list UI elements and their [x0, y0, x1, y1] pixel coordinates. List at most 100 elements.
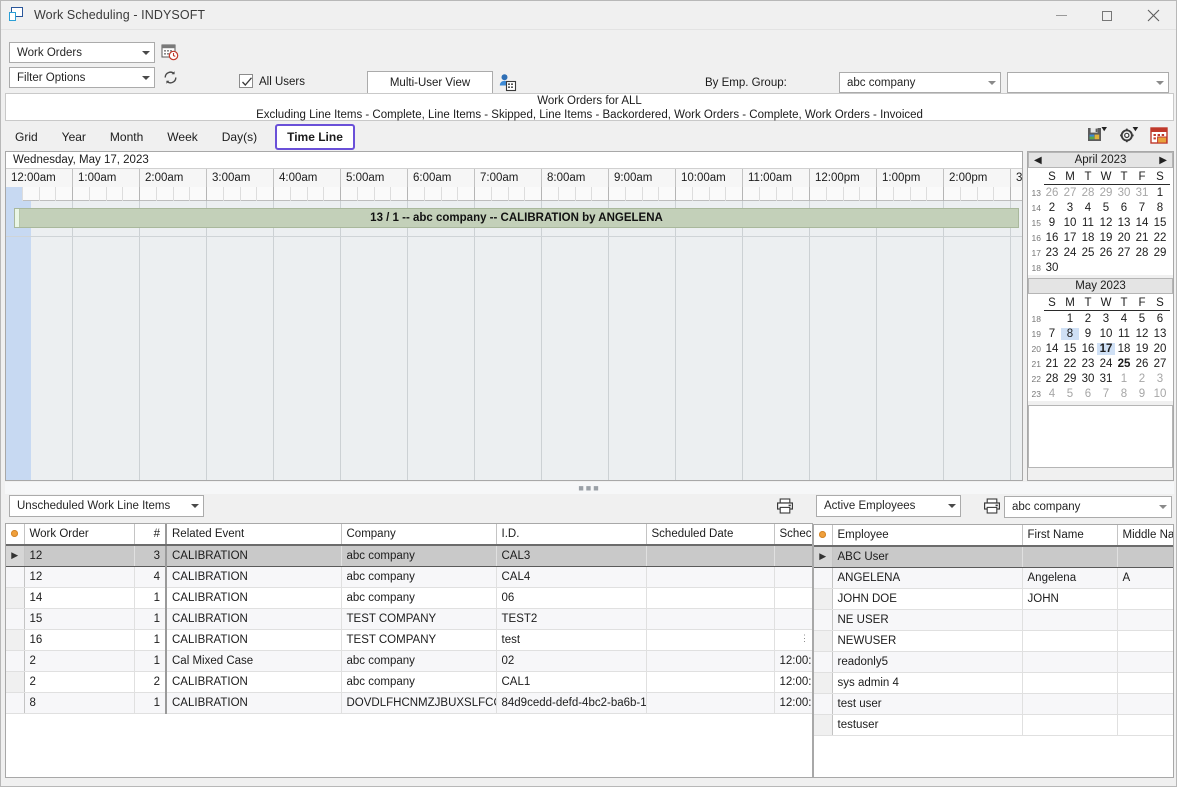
calendar-day[interactable]: 21 [1043, 358, 1061, 370]
calendar-day[interactable]: 20 [1115, 232, 1133, 244]
cell-scheduled-date[interactable] [646, 671, 774, 692]
cell-first-name[interactable] [1022, 693, 1117, 714]
timeline-quarter-52[interactable] [877, 187, 894, 201]
timeline-quarter-46[interactable] [777, 187, 794, 201]
table-row[interactable]: ▶123CALIBRATIONabc companyCAL3 [6, 545, 813, 566]
by-emp-group-second-select[interactable] [1007, 72, 1169, 93]
select-all-dot-icon[interactable] [819, 531, 826, 538]
timeline-quarter-51[interactable] [860, 187, 877, 201]
calendar-day[interactable]: 8 [1115, 388, 1133, 400]
timeline-quarter-17[interactable] [291, 187, 308, 201]
unscheduled-view-select[interactable]: Unscheduled Work Line Items [9, 495, 204, 517]
employee-filter-select[interactable]: Active Employees [816, 495, 961, 517]
calendar-day[interactable]: 19 [1097, 232, 1115, 244]
timeline-quarter-15[interactable] [257, 187, 274, 201]
timeline-quarter-30[interactable] [509, 187, 526, 201]
calendar-day[interactable]: 4 [1115, 313, 1133, 325]
calendar-day[interactable]: 16 [1043, 232, 1061, 244]
tab-month[interactable]: Month [100, 126, 153, 148]
table-row[interactable]: readonly5 [814, 651, 1174, 672]
refresh-icon[interactable] [162, 69, 179, 89]
cell-related-event[interactable]: CALIBRATION [166, 692, 341, 713]
timeline-quarter-6[interactable] [107, 187, 124, 201]
timeline-quarter-1[interactable] [23, 187, 40, 201]
timeline-event-bar[interactable]: 13 / 1 -- abc company -- CALIBRATION by … [14, 208, 1019, 228]
record-type-select[interactable]: Work Orders [9, 42, 155, 63]
calendar-day[interactable]: 27 [1061, 187, 1079, 199]
calendar-day[interactable]: 22 [1061, 358, 1079, 370]
calendar-day[interactable]: 25 [1079, 247, 1097, 259]
cell-id[interactable]: test [496, 629, 646, 650]
all-users-checkbox[interactable] [239, 74, 253, 88]
timeline-column-10[interactable] [676, 201, 743, 480]
timeline-column-7[interactable] [475, 201, 542, 480]
minimize-button[interactable] [1038, 1, 1084, 30]
cell-sched[interactable] [774, 566, 813, 587]
timeline-column-15[interactable] [1011, 201, 1023, 480]
cell-related-event[interactable]: CALIBRATION [166, 671, 341, 692]
calendar-day[interactable]: 1 [1061, 313, 1079, 325]
cell-work-order[interactable]: 2 [24, 671, 134, 692]
row-indicator[interactable] [6, 566, 24, 587]
row-menu-icon[interactable]: ⋮ [800, 636, 809, 640]
timeline-quarter-34[interactable] [576, 187, 593, 201]
tab-year[interactable]: Year [52, 126, 96, 148]
table-row[interactable]: 21Cal Mixed Caseabc company0212:00:0 [6, 650, 813, 671]
calendar-day[interactable]: 4 [1043, 388, 1061, 400]
calendar-day[interactable]: 30 [1043, 262, 1061, 274]
timeline-hour-0[interactable]: 12:00am [6, 169, 73, 187]
by-emp-group-select[interactable]: abc company [839, 72, 1001, 93]
calendar-clock-icon[interactable] [161, 43, 179, 64]
table-row[interactable]: ANGELENAAngelenaA [814, 567, 1174, 588]
event-left-handle[interactable] [15, 209, 20, 227]
timeline-quarter-59[interactable] [994, 187, 1011, 201]
timeline-quarter-27[interactable] [458, 187, 475, 201]
calendar-day[interactable]: 31 [1133, 187, 1151, 199]
timeline-column-9[interactable] [609, 201, 676, 480]
timeline-quarter-10[interactable] [174, 187, 191, 201]
calendar-day[interactable]: 26 [1043, 187, 1061, 199]
table-row[interactable]: test user [814, 693, 1174, 714]
employees-grid[interactable]: EmployeeFirst NameMiddle Na ▶ABC UserANG… [813, 524, 1174, 778]
calendar-day[interactable]: 26 [1097, 247, 1115, 259]
filter-options-select[interactable]: Filter Options [9, 67, 155, 88]
timeline-quarter-32[interactable] [542, 187, 559, 201]
cell-first-name[interactable] [1022, 651, 1117, 672]
cell-work-order[interactable]: 12 [24, 566, 134, 587]
calendar-day[interactable]: 9 [1133, 388, 1151, 400]
timeline-quarter-31[interactable] [525, 187, 542, 201]
timeline-column-12[interactable] [810, 201, 877, 480]
cell-employee[interactable]: test user [832, 693, 1022, 714]
cell-id[interactable]: CAL1 [496, 671, 646, 692]
chevron-left-icon[interactable]: ◀ [1034, 155, 1042, 166]
timeline-column-14[interactable] [944, 201, 1011, 480]
timeline-quarter-26[interactable] [442, 187, 459, 201]
timeline-quarter-47[interactable] [793, 187, 810, 201]
calendar-day[interactable]: 7 [1133, 202, 1151, 214]
table-row[interactable]: JOHN DOEJOHN [814, 588, 1174, 609]
calendar-day[interactable]: 17 [1061, 232, 1079, 244]
column-header-first-name[interactable]: First Name [1022, 525, 1117, 546]
cell-num[interactable]: 2 [134, 671, 166, 692]
timeline-hour-3[interactable]: 3:00am [207, 169, 274, 187]
cell-scheduled-date[interactable] [646, 650, 774, 671]
cell-employee[interactable]: NE USER [832, 609, 1022, 630]
select-all-dot-icon[interactable] [11, 530, 18, 537]
multi-user-view-button[interactable]: Multi-User View [367, 71, 493, 94]
timeline-quarter-45[interactable] [760, 187, 777, 201]
timeline-hour-2[interactable]: 2:00am [140, 169, 207, 187]
cell-work-order[interactable]: 14 [24, 587, 134, 608]
timeline-quarter-20[interactable] [341, 187, 358, 201]
timeline-column-11[interactable] [743, 201, 810, 480]
cell-work-order[interactable]: 8 [24, 692, 134, 713]
save-layout-icon[interactable] [1087, 125, 1108, 146]
timeline-quarter-55[interactable] [927, 187, 944, 201]
timeline-column-5[interactable] [341, 201, 408, 480]
calendar-day[interactable]: 29 [1151, 247, 1169, 259]
calendar-day[interactable]: 15 [1151, 217, 1169, 229]
calendar-grid-may[interactable]: SMTWTFS181234561978910111213201415161718… [1028, 294, 1173, 401]
cell-id[interactable]: 84d9cedd-defd-4bc2-ba6b-1 [496, 692, 646, 713]
column-header-work-order[interactable]: Work Order [24, 524, 134, 545]
chevron-right-icon[interactable]: ▶ [1159, 155, 1167, 166]
timeline-quarter-49[interactable] [827, 187, 844, 201]
